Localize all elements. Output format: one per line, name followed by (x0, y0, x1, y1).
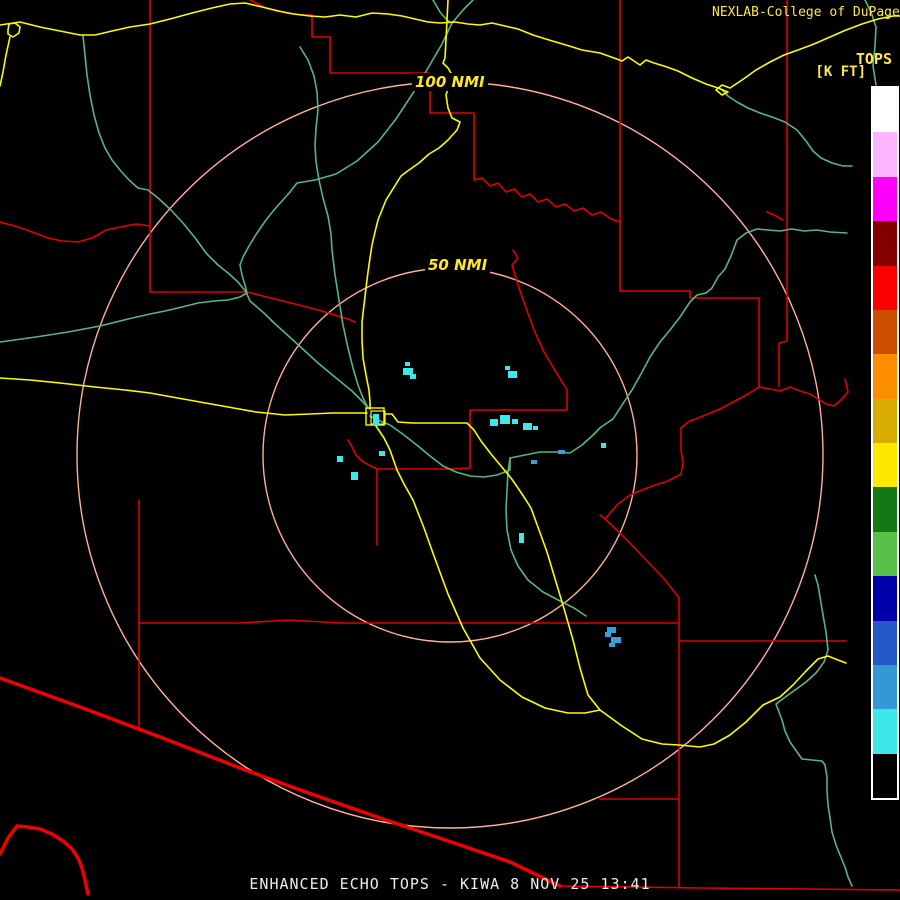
echo-region (512, 419, 518, 424)
scale-segment (873, 531, 897, 577)
scale-segment (873, 221, 897, 266)
scale-segment (873, 664, 897, 710)
scale-segment (873, 176, 897, 222)
echo-region (410, 374, 416, 379)
county-line (758, 378, 849, 407)
river-line (505, 457, 587, 617)
scale-segment (873, 88, 897, 133)
echo-region (379, 451, 385, 456)
echo-region (609, 643, 615, 647)
echo-region (373, 414, 379, 425)
product-caption: ENHANCED ECHO TOPS - KIWA 8 NOV 25 13:41 (249, 875, 651, 893)
echo-region (611, 637, 621, 643)
county-line (0, 221, 151, 243)
echo-region (605, 632, 611, 637)
highway-line (383, 413, 601, 711)
highway-line (0, 377, 368, 416)
echo-region (508, 371, 517, 378)
highway-line (599, 655, 847, 748)
river-line (509, 228, 848, 459)
highway-line (0, 36, 11, 87)
radar-map (0, 0, 900, 896)
echo-region (403, 368, 413, 375)
scale-segment (873, 576, 897, 621)
state-border (0, 824, 90, 896)
highway-line (361, 0, 461, 410)
scale-segment (873, 265, 897, 310)
echo-region (533, 426, 538, 430)
river-line (0, 22, 453, 343)
county-line (604, 518, 680, 888)
echo-region (490, 419, 498, 426)
river-line (369, 415, 511, 478)
echo-region (405, 362, 410, 366)
scale-segment (873, 132, 897, 177)
scale-segment (873, 620, 897, 665)
range-ring-label-100nmi: 100 NMI (412, 73, 488, 91)
echo-region (531, 460, 537, 464)
echo-region (500, 415, 510, 424)
scale-segment (873, 309, 897, 355)
county-line (149, 0, 356, 323)
county-line (347, 249, 568, 470)
county-line (778, 0, 788, 387)
river-line (82, 35, 369, 409)
brand-label: NEXLAB-College of DuPage (712, 5, 900, 20)
county-line (138, 619, 678, 624)
scale-segment (873, 487, 897, 532)
scale-segment (873, 753, 897, 798)
color-scale-bar (871, 86, 899, 800)
echo-region (351, 472, 358, 480)
county-line (619, 0, 760, 388)
scale-segment (873, 443, 897, 488)
range-ring-label-50nmi: 50 NMI (425, 256, 491, 274)
brand-text: NEXLAB-College of DuPage↖ (712, 5, 900, 20)
outer-range-ring (76, 81, 824, 829)
state-border (0, 676, 562, 888)
echo-region (519, 533, 524, 543)
river-line (775, 574, 853, 887)
echo-region (601, 443, 606, 448)
scale-segment (873, 354, 897, 399)
county-line (766, 211, 784, 221)
radar-screen: 100 NMI 50 NMI NEXLAB-College of DuPage↖… (0, 0, 900, 900)
echo-region (505, 366, 510, 370)
echo-region (523, 423, 532, 430)
inner-range-ring (262, 267, 638, 643)
legend-units: [K FT] (815, 64, 866, 80)
echo-region (558, 450, 565, 454)
scale-segment (873, 709, 897, 754)
county-line (599, 386, 760, 520)
scale-segment (873, 398, 897, 443)
echo-region (337, 456, 343, 462)
river-line (432, 0, 474, 24)
highway-line (7, 22, 21, 38)
